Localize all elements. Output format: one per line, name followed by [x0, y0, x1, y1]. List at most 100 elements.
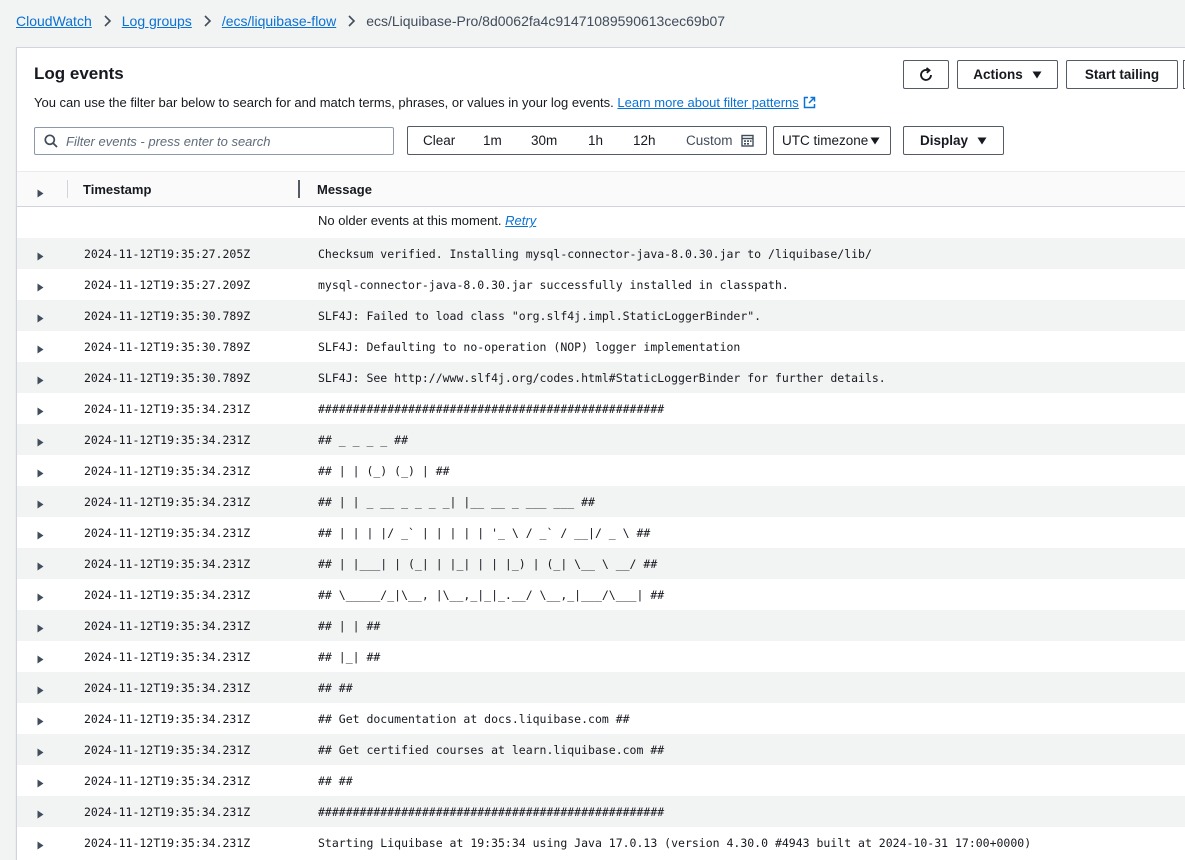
- column-message[interactable]: Message: [317, 182, 372, 197]
- search-icon: [44, 134, 58, 148]
- table-row[interactable]: 2024-11-12T19:35:34.231Z ## _ _ _ _ ##: [17, 424, 1185, 455]
- filter-search[interactable]: [34, 127, 394, 155]
- expand-row-icon[interactable]: [37, 310, 44, 326]
- range-30m[interactable]: 30m: [531, 133, 557, 148]
- expand-row-icon[interactable]: [37, 248, 44, 264]
- table-row[interactable]: 2024-11-12T19:35:34.231Z ## ##: [17, 672, 1185, 703]
- row-message: ## \_____/_|\__, |\__,_|_|_.__/ \__,_|__…: [318, 588, 665, 602]
- table-row[interactable]: 2024-11-12T19:35:34.231Z ################…: [17, 796, 1185, 827]
- table-row[interactable]: 2024-11-12T19:35:34.231Z ## ##: [17, 765, 1185, 796]
- row-timestamp: 2024-11-12T19:35:34.231Z: [84, 588, 251, 602]
- row-message: ## Get certified courses at learn.liquib…: [318, 743, 665, 757]
- expand-row-icon[interactable]: [37, 527, 44, 543]
- display-dropdown[interactable]: Display: [903, 126, 1004, 155]
- range-1m[interactable]: 1m: [483, 133, 502, 148]
- expand-row-icon[interactable]: [37, 465, 44, 481]
- table-row[interactable]: 2024-11-12T19:35:30.789Z SLF4J: Failed to…: [17, 300, 1185, 331]
- row-timestamp: 2024-11-12T19:35:34.231Z: [84, 464, 251, 478]
- table-row[interactable]: 2024-11-12T19:35:34.231Z ## Get certified…: [17, 734, 1185, 765]
- expand-row-icon[interactable]: [37, 837, 44, 853]
- row-message: ########################################…: [318, 402, 665, 416]
- row-timestamp: 2024-11-12T19:35:30.789Z: [84, 309, 251, 323]
- row-timestamp: 2024-11-12T19:35:34.231Z: [84, 495, 251, 509]
- panel-header: Log events You can use the filter bar be…: [17, 48, 1185, 171]
- page-title: Log events: [34, 64, 124, 83]
- refresh-button[interactable]: [903, 60, 949, 89]
- row-message: ########################################…: [318, 805, 665, 819]
- expand-row-icon[interactable]: [37, 279, 44, 295]
- display-label: Display: [919, 133, 969, 148]
- column-timestamp[interactable]: Timestamp: [83, 182, 151, 197]
- table-row[interactable]: 2024-11-12T19:35:27.209Z mysql-connector-…: [17, 269, 1185, 300]
- row-timestamp: 2024-11-12T19:35:34.231Z: [84, 712, 251, 726]
- expand-row-icon[interactable]: [37, 372, 44, 388]
- breadcrumb-cloudwatch[interactable]: CloudWatch: [16, 13, 92, 29]
- external-link-icon: [803, 96, 816, 109]
- expand-row-icon[interactable]: [37, 620, 44, 636]
- expand-row-icon[interactable]: [37, 713, 44, 729]
- table-row[interactable]: 2024-11-12T19:35:34.231Z ## | | _ __ _ _ …: [17, 486, 1185, 517]
- table-row[interactable]: 2024-11-12T19:35:34.231Z ## | | (_) (_) |…: [17, 455, 1185, 486]
- row-message: SLF4J: Defaulting to no-operation (NOP) …: [318, 340, 741, 354]
- learn-more-link[interactable]: Learn more about filter patterns: [617, 95, 816, 110]
- table-row[interactable]: 2024-11-12T19:35:27.205Z Checksum verifie…: [17, 238, 1185, 269]
- table-row[interactable]: 2024-11-12T19:35:34.231Z ## Get documenta…: [17, 703, 1185, 734]
- row-message: ## | | (_) (_) | ##: [318, 464, 450, 478]
- actions-label: Actions: [973, 67, 1023, 82]
- expand-row-icon[interactable]: [37, 651, 44, 667]
- range-custom[interactable]: Custom: [686, 133, 754, 148]
- log-events-panel: Log events You can use the filter bar be…: [16, 47, 1185, 860]
- breadcrumb-log-group[interactable]: /ecs/liquibase-flow: [222, 13, 336, 29]
- retry-link[interactable]: Retry: [505, 213, 536, 228]
- table-row[interactable]: 2024-11-12T19:35:34.231Z ## | | ##: [17, 610, 1185, 641]
- table-header: Timestamp Message: [17, 171, 1185, 207]
- expand-row-icon[interactable]: [37, 341, 44, 357]
- table-row[interactable]: 2024-11-12T19:35:34.231Z ## |_| ##: [17, 641, 1185, 672]
- actions-dropdown[interactable]: Actions: [957, 60, 1058, 89]
- row-message: Checksum verified. Installing mysql-conn…: [318, 247, 872, 261]
- start-tailing-button[interactable]: Start tailing: [1066, 60, 1178, 89]
- expand-row-icon[interactable]: [37, 434, 44, 450]
- info-text: No older events at this moment.: [318, 213, 502, 228]
- expand-row-icon[interactable]: [37, 403, 44, 419]
- column-resize-handle[interactable]: [298, 180, 300, 198]
- expand-all-icon[interactable]: [37, 185, 44, 201]
- description-text: You can use the filter bar below to sear…: [34, 95, 614, 110]
- table-row[interactable]: 2024-11-12T19:35:34.231Z ## | |___| | (_|…: [17, 548, 1185, 579]
- expand-row-icon[interactable]: [37, 775, 44, 791]
- calendar-icon: [740, 134, 754, 147]
- row-timestamp: 2024-11-12T19:35:34.231Z: [84, 433, 251, 447]
- row-message: SLF4J: See http://www.slf4j.org/codes.ht…: [318, 371, 886, 385]
- expand-row-icon[interactable]: [37, 589, 44, 605]
- expand-row-icon[interactable]: [37, 496, 44, 512]
- caret-down-icon: [977, 137, 987, 145]
- range-1h[interactable]: 1h: [588, 133, 603, 148]
- filter-events-input[interactable]: [66, 133, 386, 149]
- row-timestamp: 2024-11-12T19:35:30.789Z: [84, 340, 251, 354]
- expand-row-icon[interactable]: [37, 806, 44, 822]
- range-12h[interactable]: 12h: [633, 133, 656, 148]
- row-timestamp: 2024-11-12T19:35:34.231Z: [84, 619, 251, 633]
- table-row[interactable]: 2024-11-12T19:35:34.231Z Starting Liquiba…: [17, 827, 1185, 858]
- table-row[interactable]: 2024-11-12T19:35:34.231Z ################…: [17, 393, 1185, 424]
- row-message: ## | |___| | (_| | |_| | | |_) | (_| \__…: [318, 557, 658, 571]
- expand-row-icon[interactable]: [37, 558, 44, 574]
- table-row[interactable]: 2024-11-12T19:35:34.231Z ## \_____/_|\__,…: [17, 579, 1185, 610]
- row-message: ## ##: [318, 774, 353, 788]
- row-message: ## | | | |/ _` | | | | | '_ \ / _` / __|…: [318, 526, 651, 540]
- table-row[interactable]: 2024-11-12T19:35:30.789Z SLF4J: Defaultin…: [17, 331, 1185, 362]
- row-timestamp: 2024-11-12T19:35:34.231Z: [84, 743, 251, 757]
- expand-row-icon[interactable]: [37, 744, 44, 760]
- no-older-events-message: No older events at this moment. Retry: [318, 213, 536, 228]
- timezone-label: UTC timezone: [782, 133, 869, 148]
- panel-description: You can use the filter bar below to sear…: [34, 95, 816, 110]
- timezone-dropdown[interactable]: UTC timezone: [773, 126, 891, 155]
- breadcrumb-log-groups[interactable]: Log groups: [122, 13, 192, 29]
- row-message: ## |_| ##: [318, 650, 381, 664]
- chevron-right-icon: [202, 15, 212, 27]
- range-clear[interactable]: Clear: [423, 133, 455, 148]
- expand-row-icon[interactable]: [37, 682, 44, 698]
- table-row[interactable]: 2024-11-12T19:35:30.789Z SLF4J: See http:…: [17, 362, 1185, 393]
- row-timestamp: 2024-11-12T19:35:34.231Z: [84, 805, 251, 819]
- table-row[interactable]: 2024-11-12T19:35:34.231Z ## | | | |/ _` |…: [17, 517, 1185, 548]
